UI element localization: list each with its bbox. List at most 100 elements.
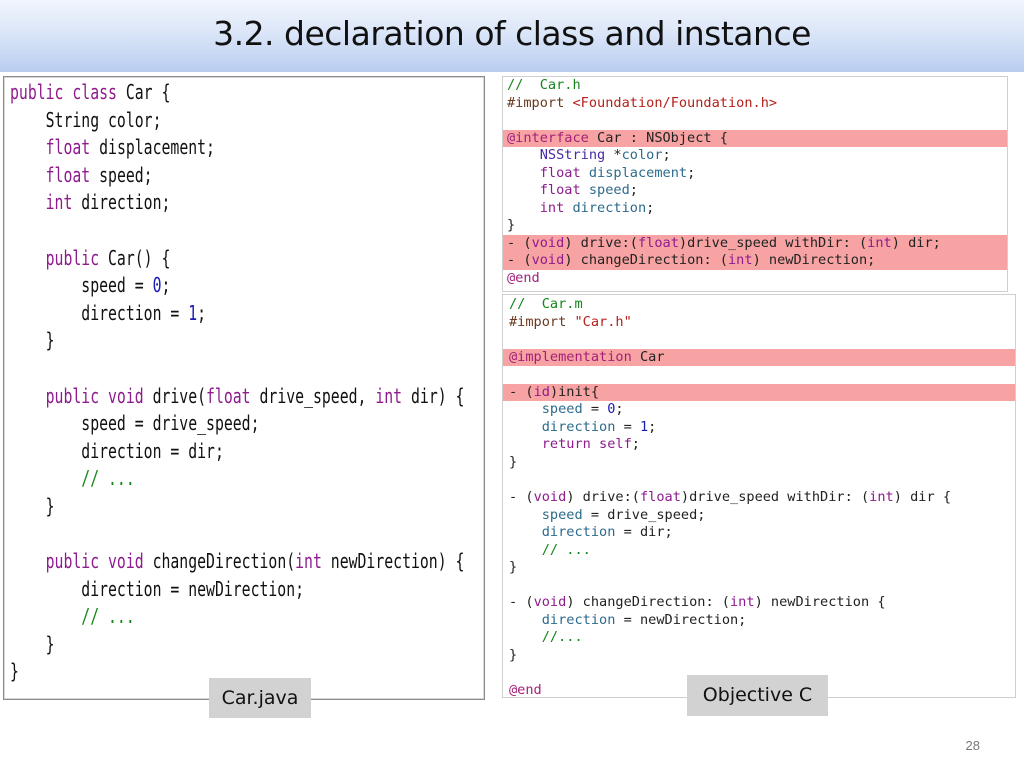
- code-token: Car {: [116, 80, 171, 104]
- code-token: ;: [631, 436, 640, 453]
- code-token: }: [509, 453, 518, 470]
- code-token: direction = newDirection;: [10, 576, 305, 601]
- code-token: void: [531, 252, 565, 269]
- code-token: // ...: [81, 466, 135, 491]
- code-line: // Car.h: [503, 77, 1007, 95]
- code-token: dir) {: [402, 383, 465, 408]
- code-token: direction =: [10, 300, 189, 325]
- code-token: }: [10, 493, 55, 518]
- code-token: int: [730, 594, 755, 611]
- code-token: ) dir;: [891, 234, 941, 251]
- code-token: speed =: [10, 273, 153, 298]
- code-token: @end: [507, 270, 540, 287]
- code-token: void: [533, 489, 567, 506]
- code-token: #import: [509, 313, 575, 330]
- code-token: }: [10, 328, 55, 353]
- code-token: return: [541, 436, 591, 453]
- highlighted-code-line: - (void) drive:(float)drive_speed withDi…: [503, 234, 1007, 253]
- code-line: public class Car {: [10, 80, 170, 104]
- code-line: direction = newDirection;: [503, 612, 1015, 630]
- code-line: speed = drive_speed;: [10, 411, 259, 435]
- code-token: ) drive:(: [564, 234, 638, 251]
- code-token: direction;: [72, 190, 171, 215]
- code-token: float: [639, 489, 681, 506]
- highlighted-code-line: - (id)init{: [503, 383, 1015, 402]
- code-token: id: [533, 383, 550, 400]
- code-token: @interface: [507, 129, 589, 146]
- code-token: ;: [646, 199, 655, 216]
- code-token: - (: [509, 383, 534, 400]
- code-token: speed: [541, 506, 583, 523]
- code-token: ) newDirection;: [752, 252, 876, 269]
- code-line: // ...: [10, 604, 134, 628]
- code-token: float: [45, 162, 91, 187]
- code-token: float: [637, 234, 679, 251]
- code-line: float speed;: [10, 163, 153, 187]
- code-line: // ...: [503, 542, 1015, 560]
- code-line: }: [10, 632, 55, 656]
- code-token: Car : NSObject {: [588, 129, 728, 146]
- code-token: )drive_speed withDir: (: [680, 489, 870, 506]
- page-number: 28: [965, 738, 980, 753]
- code-line: float displacement;: [503, 165, 1007, 183]
- code-line: String color;: [10, 107, 162, 132]
- code-token: String color;: [10, 107, 162, 132]
- code-line: // Car.m: [503, 296, 1015, 314]
- objc-header-code-block: // Car.h #import <Foundation/Foundation.h…: [503, 77, 1007, 288]
- code-token: - (: [509, 489, 534, 506]
- code-token: )init{: [549, 383, 600, 400]
- code-token: NSString: [539, 147, 606, 164]
- code-line: int direction;: [10, 190, 171, 215]
- code-line: public Car() {: [10, 246, 171, 270]
- code-token: // Car.h: [507, 77, 581, 93]
- code-line: }: [10, 328, 55, 352]
- slide-title: 3.2. declaration of class and instance: [213, 14, 811, 53]
- code-line: direction = 1;: [503, 419, 1015, 437]
- code-token: float: [539, 164, 581, 181]
- java-label: Car.java: [209, 678, 311, 718]
- code-token: =: [615, 418, 640, 435]
- code-token: Car: [631, 348, 665, 365]
- code-token: 1: [639, 418, 649, 435]
- code-token: - (: [509, 594, 534, 611]
- code-line: #import <Foundation/Foundation.h>: [503, 95, 1007, 113]
- code-line: }: [503, 217, 1007, 235]
- java-code-panel: public class Car { String color; float d…: [3, 76, 485, 700]
- highlighted-code-line: @implementation Car: [503, 348, 1015, 367]
- code-token: speed = drive_speed;: [10, 411, 260, 436]
- code-token: float: [45, 135, 91, 160]
- code-line: }: [503, 559, 1015, 577]
- code-token: @end: [509, 682, 542, 699]
- code-token: ) changeDirection: (: [566, 594, 730, 611]
- code-token: self: [599, 436, 632, 453]
- code-token: }: [10, 659, 19, 684]
- code-token: public void: [45, 383, 144, 408]
- code-token: 1: [188, 300, 198, 325]
- code-token: int: [869, 489, 894, 506]
- code-token: int: [539, 199, 565, 216]
- code-token: newDirection) {: [321, 549, 465, 574]
- code-token: }: [507, 217, 516, 234]
- code-token: float: [206, 383, 251, 408]
- code-line: speed = drive_speed;: [503, 507, 1015, 525]
- code-token: = drive_speed;: [582, 506, 706, 523]
- code-line: float displacement;: [10, 135, 215, 159]
- code-token: speed: [541, 401, 583, 418]
- code-token: = dir;: [615, 524, 673, 541]
